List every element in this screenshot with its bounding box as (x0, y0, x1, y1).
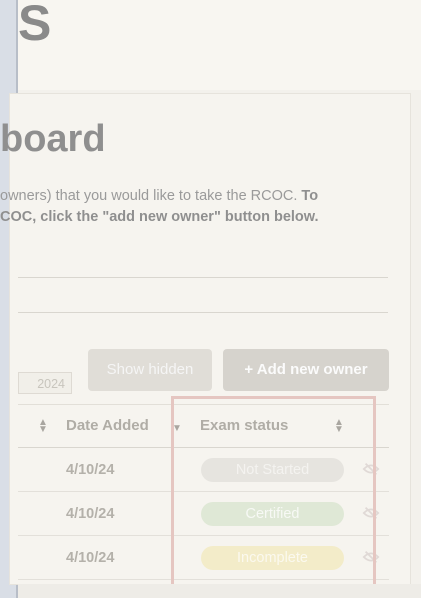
eye-slash-icon[interactable] (362, 460, 380, 478)
sort-arrows-icon[interactable]: ▲ ▼ (334, 418, 344, 435)
status-badge: Certified (201, 502, 344, 526)
intro-line-2-bold: COC, click the "add new owner" button be… (0, 209, 319, 225)
sort-arrows-icon[interactable]: ▲ ▼ (38, 418, 48, 435)
table-row: 4/10/24 Not Started (18, 448, 389, 492)
eye-slash-icon[interactable] (362, 504, 380, 522)
column-header-exam-status[interactable]: Exam status (200, 417, 288, 434)
owners-table: ▲ ▼ Date Added ▼ Exam status ▲ ▼ 4/10/24 N… (18, 404, 389, 580)
eye-slash-icon[interactable] (362, 548, 380, 566)
app-logo-text: S (18, 0, 53, 51)
year-filter-select[interactable]: 2024 (18, 372, 72, 394)
intro-line-1-bold: To (301, 188, 319, 204)
table-row: 4/10/24 Certified (18, 492, 389, 536)
intro-line-1: owners) that you would like to take the … (0, 188, 302, 204)
table-row: 4/10/24 Incomplete (18, 536, 389, 580)
divider (18, 312, 388, 313)
page-title: board (0, 118, 106, 160)
date-added-cell: 4/10/24 (66, 506, 115, 522)
column-header-date-added[interactable]: Date Added (66, 417, 149, 434)
bottom-strip (18, 584, 421, 598)
intro-text: owners) that you would like to take the … (0, 186, 388, 228)
date-added-cell: 4/10/24 (66, 462, 115, 478)
date-added-cell: 4/10/24 (66, 550, 115, 566)
top-header (18, 0, 421, 90)
divider (18, 277, 388, 278)
table-header: ▲ ▼ Date Added ▼ Exam status ▲ ▼ (18, 404, 389, 448)
show-hidden-button[interactable]: Show hidden (88, 349, 212, 391)
status-badge: Not Started (201, 458, 344, 482)
status-badge: Incomplete (201, 546, 344, 570)
sort-arrows-icon[interactable]: ▼ (172, 424, 182, 434)
add-new-owner-button[interactable]: + Add new owner (223, 349, 389, 391)
